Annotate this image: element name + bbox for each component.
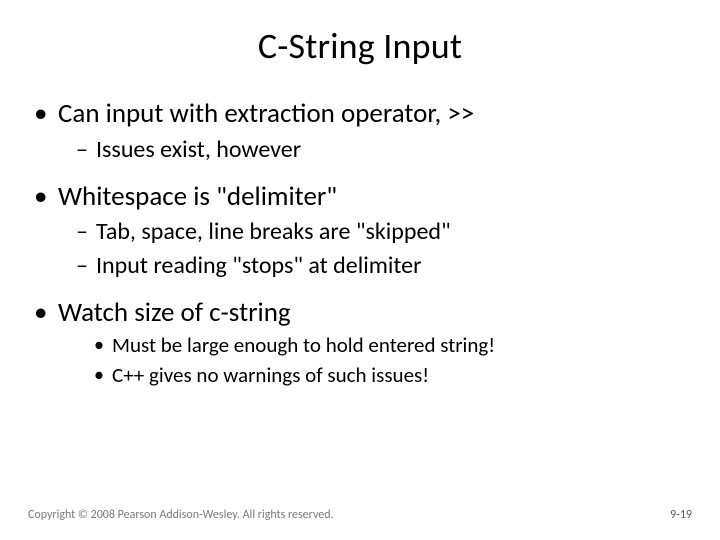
- sub-sub-bullet-list: Must be large enough to hold entered str…: [58, 332, 692, 389]
- bullet-text: Whitespace is "delimiter": [58, 180, 337, 213]
- sub-bullet-text: Input reading "stops" at delimiter: [96, 251, 421, 280]
- sub-bullet-item: Tab, space, line breaks are "skipped": [76, 216, 692, 247]
- bullet-item: Can input with extraction operator, >> I…: [34, 96, 692, 165]
- bullet-item: Whitespace is "delimiter" Tab, space, li…: [34, 179, 692, 281]
- sub-bullet-text: Issues exist, however: [96, 135, 301, 164]
- page-number: 9-19: [670, 508, 692, 522]
- sub-bullet-list: Issues exist, however: [58, 134, 692, 165]
- sub-sub-bullet-item: Must be large enough to hold entered str…: [94, 332, 692, 359]
- sub-sub-bullet-text: C++ gives no warnings of such issues!: [112, 362, 429, 388]
- sub-bullet-list: Tab, space, line breaks are "skipped" In…: [58, 216, 692, 280]
- bullet-text: Watch size of c-string: [58, 296, 291, 329]
- sub-sub-bullet-text: Must be large enough to hold entered str…: [112, 332, 495, 358]
- sub-bullet-item: Issues exist, however: [76, 134, 692, 165]
- sub-bullet-item: Input reading "stops" at delimiter: [76, 250, 692, 281]
- slide-title: C-String Input: [28, 24, 692, 68]
- slide-footer: Copyright © 2008 Pearson Addison-Wesley.…: [28, 508, 692, 522]
- bullet-list: Can input with extraction operator, >> I…: [28, 96, 692, 389]
- slide: C-String Input Can input with extraction…: [0, 0, 720, 540]
- bullet-item: Watch size of c-string Must be large eno…: [34, 295, 692, 389]
- bullet-text: Can input with extraction operator, >>: [58, 97, 474, 130]
- sub-bullet-text: Tab, space, line breaks are "skipped": [96, 217, 451, 246]
- copyright-text: Copyright © 2008 Pearson Addison-Wesley.…: [28, 508, 334, 522]
- sub-sub-bullet-item: C++ gives no warnings of such issues!: [94, 362, 692, 389]
